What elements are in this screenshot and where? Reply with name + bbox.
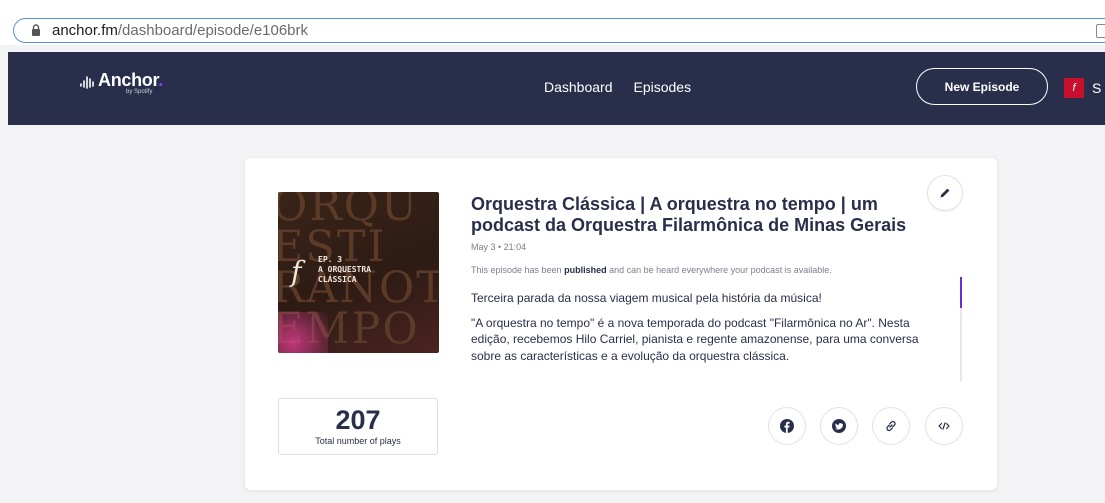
cover-f-glyph: f bbox=[291, 255, 302, 288]
cover-glow bbox=[278, 312, 328, 353]
description-paragraph: Terceira parada da nossa viagem musical … bbox=[471, 291, 822, 305]
waveform-icon bbox=[80, 76, 94, 89]
episode-date: May 3 • 21:04 bbox=[471, 242, 527, 252]
copy-link-button[interactable] bbox=[872, 407, 910, 445]
share-twitter-button[interactable] bbox=[820, 407, 858, 445]
edit-episode-button[interactable] bbox=[927, 175, 963, 211]
twitter-icon bbox=[832, 419, 846, 433]
plays-count: 207 bbox=[335, 405, 381, 435]
url-host: anchor.fm bbox=[52, 22, 118, 39]
facebook-icon bbox=[780, 419, 794, 433]
cover-episode-label: EP. 3 A ORQUESTRA CLÁSSICA bbox=[318, 255, 371, 284]
url-text: anchor.fm/dashboard/episode/e106brk bbox=[52, 22, 308, 39]
episode-title: Orquestra Clássica | A orquestra no temp… bbox=[471, 194, 907, 235]
top-nav: Anchor. by Spotify Dashboard Episodes Ne… bbox=[8, 52, 1105, 125]
description-paragraph: "A orquestra no tempo" é a nova temporad… bbox=[471, 315, 919, 363]
embed-button[interactable] bbox=[925, 407, 963, 445]
episode-cover-art: ORQU ESTI RANOT EMPO f EP. 3 A ORQUESTRA… bbox=[278, 192, 439, 353]
address-bar[interactable]: anchor.fm/dashboard/episode/e106brk bbox=[13, 18, 1105, 43]
avatar[interactable]: f bbox=[1064, 78, 1084, 98]
extension-icon[interactable] bbox=[1096, 24, 1105, 38]
lock-icon bbox=[32, 24, 40, 36]
link-icon bbox=[886, 421, 896, 431]
nav-links: Dashboard Episodes bbox=[544, 79, 691, 95]
logo-text: Anchor. bbox=[98, 70, 163, 90]
pencil-icon bbox=[940, 188, 950, 198]
status-published: published bbox=[564, 265, 607, 275]
share-facebook-button[interactable] bbox=[768, 407, 806, 445]
episode-description[interactable]: Terceira parada da nossa viagem musical … bbox=[471, 290, 941, 384]
episode-card: ORQU ESTI RANOT EMPO f EP. 3 A ORQUESTRA… bbox=[245, 158, 997, 490]
url-path: /dashboard/episode/e106brk bbox=[117, 22, 309, 39]
nav-dashboard-link[interactable]: Dashboard bbox=[544, 79, 613, 95]
nav-episodes-link[interactable]: Episodes bbox=[634, 79, 692, 95]
embed-code-icon bbox=[938, 422, 950, 430]
plays-stat: 207 Total number of plays bbox=[278, 398, 438, 455]
browser-toolbar: anchor.fm/dashboard/episode/e106brk bbox=[0, 0, 1105, 45]
description-scrollbar[interactable] bbox=[960, 277, 962, 308]
episode-status: This episode has been published and can … bbox=[471, 265, 832, 275]
new-episode-button[interactable]: New Episode bbox=[916, 68, 1048, 105]
logo-subtitle: by Spotify bbox=[126, 89, 153, 95]
plays-label: Total number of plays bbox=[315, 436, 401, 446]
account-menu-label[interactable]: S bbox=[1092, 80, 1101, 96]
